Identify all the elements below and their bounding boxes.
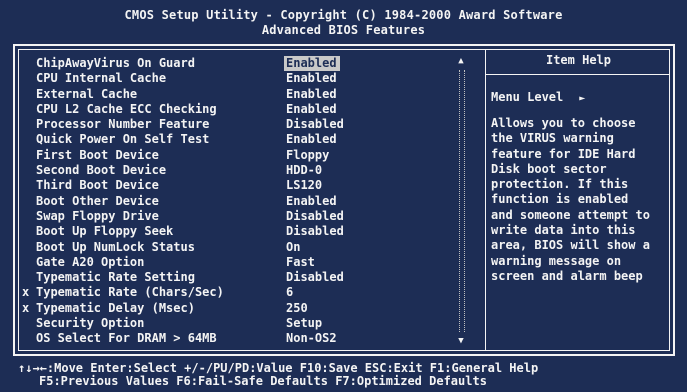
help-text: Allows you to choose the VIRUS warning fea… bbox=[491, 116, 671, 284]
setting-label: Quick Power On Self Test bbox=[36, 132, 210, 147]
setting-row[interactable]: Swap Floppy Drive Disabled bbox=[36, 209, 446, 224]
setting-row[interactable]: Boot Other Device Enabled bbox=[36, 194, 446, 209]
help-line: and someone attempt to bbox=[491, 207, 650, 222]
setting-label: ChipAwayVirus On Guard bbox=[36, 56, 195, 70]
setting-value[interactable]: Enabled bbox=[284, 56, 340, 72]
menu-level-arrow-icon: ► bbox=[579, 93, 586, 104]
scroll-up-icon[interactable]: ▲ bbox=[456, 56, 466, 66]
help-line: function is enabled bbox=[491, 192, 629, 207]
setting-label: Boot Other Device bbox=[36, 193, 159, 208]
setting-label: Second Boot Device bbox=[36, 163, 167, 178]
title-bar: CMOS Setup Utility - Copyright (C) 1984-… bbox=[0, 0, 687, 42]
item-help-title: Item Help bbox=[545, 53, 612, 67]
setting-row[interactable]: Quick Power On Self Test Enabled bbox=[36, 132, 446, 147]
setting-value[interactable]: On bbox=[286, 240, 300, 255]
setting-value[interactable]: Non-OS2 bbox=[286, 331, 337, 346]
setting-value[interactable]: HDD-0 bbox=[286, 163, 322, 178]
setting-value[interactable]: 6 bbox=[286, 285, 293, 300]
setting-row[interactable]: x Typematic Delay (Msec) 250 bbox=[22, 300, 446, 316]
setting-value[interactable]: 250 bbox=[286, 301, 308, 316]
setting-row[interactable]: Third Boot Device LS120 bbox=[36, 178, 446, 193]
setting-value[interactable]: Enabled bbox=[286, 132, 337, 147]
setting-label: Typematic Rate Setting bbox=[36, 270, 195, 285]
panel-divider bbox=[485, 50, 486, 350]
setting-row[interactable]: Boot Up NumLock Status On bbox=[36, 240, 446, 255]
setting-row[interactable]: Typematic Rate Setting Disabled bbox=[36, 270, 446, 285]
setting-row[interactable]: External Cache Enabled bbox=[36, 87, 446, 102]
menu-level-label: Menu Level bbox=[491, 90, 564, 104]
setting-row[interactable]: x Typematic Rate (Chars/Sec) 6 bbox=[22, 285, 446, 300]
help-line: Disk boot sector bbox=[491, 161, 607, 176]
setting-label: Boot Up NumLock Status bbox=[36, 239, 195, 254]
setting-label: Typematic Delay (Msec) bbox=[36, 300, 195, 315]
setting-value[interactable]: Floppy bbox=[286, 148, 329, 163]
setting-label: Security Option bbox=[36, 316, 145, 331]
setting-value[interactable]: Setup bbox=[286, 316, 322, 331]
setting-value[interactable]: Enabled bbox=[286, 71, 337, 86]
locked-marker: x bbox=[22, 285, 30, 300]
setting-label: CPU L2 Cache ECC Checking bbox=[36, 101, 217, 116]
setting-label: Processor Number Feature bbox=[36, 117, 210, 132]
help-line: write data into this bbox=[491, 223, 636, 238]
setting-row[interactable]: Second Boot Device HDD-0 bbox=[36, 163, 446, 178]
help-line: feature for IDE Hard bbox=[491, 146, 636, 161]
setting-value[interactable]: Disabled bbox=[286, 209, 344, 224]
app-title: CMOS Setup Utility - Copyright (C) 1984-… bbox=[124, 8, 563, 22]
locked-marker: x bbox=[22, 300, 30, 315]
page-title: Advanced BIOS Features bbox=[261, 23, 426, 37]
scroll-track[interactable] bbox=[459, 70, 465, 332]
setting-row[interactable]: CPU L2 Cache ECC Checking Enabled bbox=[36, 102, 446, 117]
setting-label: Swap Floppy Drive bbox=[36, 208, 159, 223]
setting-label: CPU Internal Cache bbox=[36, 71, 167, 86]
help-line: screen and alarm beep bbox=[491, 268, 643, 283]
setting-row[interactable]: ChipAwayVirus On Guard Enabled bbox=[36, 56, 446, 72]
scrollbar[interactable]: ▲ ▼ bbox=[456, 56, 466, 346]
setting-row[interactable]: First Boot Device Floppy bbox=[36, 148, 446, 163]
setting-value[interactable]: Enabled bbox=[286, 194, 337, 209]
settings-list: ChipAwayVirus On Guard Enabled CPU Interna… bbox=[22, 56, 446, 347]
setting-row[interactable]: Boot Up Floppy Seek Disabled bbox=[36, 224, 446, 239]
setting-value[interactable]: LS120 bbox=[286, 178, 322, 193]
setting-value[interactable]: Enabled bbox=[286, 102, 337, 117]
scroll-down-icon[interactable]: ▼ bbox=[456, 336, 466, 346]
help-line: area, BIOS will show a bbox=[491, 238, 650, 253]
menu-level: Menu Level ► bbox=[491, 90, 585, 104]
setting-row[interactable]: OS Select For DRAM > 64MB Non-OS2 bbox=[36, 331, 446, 346]
setting-value[interactable]: Enabled bbox=[286, 87, 337, 102]
setting-label: Third Boot Device bbox=[36, 178, 159, 193]
setting-value[interactable]: Disabled bbox=[286, 224, 344, 239]
help-title-divider bbox=[485, 74, 669, 75]
setting-row[interactable]: Gate A20 Option Fast bbox=[36, 255, 446, 270]
setting-label: Boot Up Floppy Seek bbox=[36, 224, 174, 239]
setting-value[interactable]: Disabled bbox=[286, 270, 344, 285]
help-line: warning message on bbox=[491, 253, 622, 268]
setting-row[interactable]: Processor Number Feature Disabled bbox=[36, 117, 446, 132]
key-legend-line2: F5:Previous Values F6:Fail-Safe Defaults… bbox=[39, 374, 487, 388]
setting-row[interactable]: Security Option Setup bbox=[36, 316, 446, 331]
setting-label: OS Select For DRAM > 64MB bbox=[36, 331, 217, 346]
setting-row[interactable]: CPU Internal Cache Enabled bbox=[36, 71, 446, 86]
setting-label: External Cache bbox=[36, 86, 138, 101]
help-line: Allows you to choose bbox=[491, 116, 636, 130]
help-line: the VIRUS warning bbox=[491, 131, 614, 146]
setting-label: Gate A20 Option bbox=[36, 254, 145, 269]
setting-label: First Boot Device bbox=[36, 147, 159, 162]
setting-label: Typematic Rate (Chars/Sec) bbox=[36, 285, 224, 300]
setting-value[interactable]: Disabled bbox=[286, 117, 344, 132]
setting-value[interactable]: Fast bbox=[286, 255, 315, 270]
help-line: protection. If this bbox=[491, 177, 629, 192]
